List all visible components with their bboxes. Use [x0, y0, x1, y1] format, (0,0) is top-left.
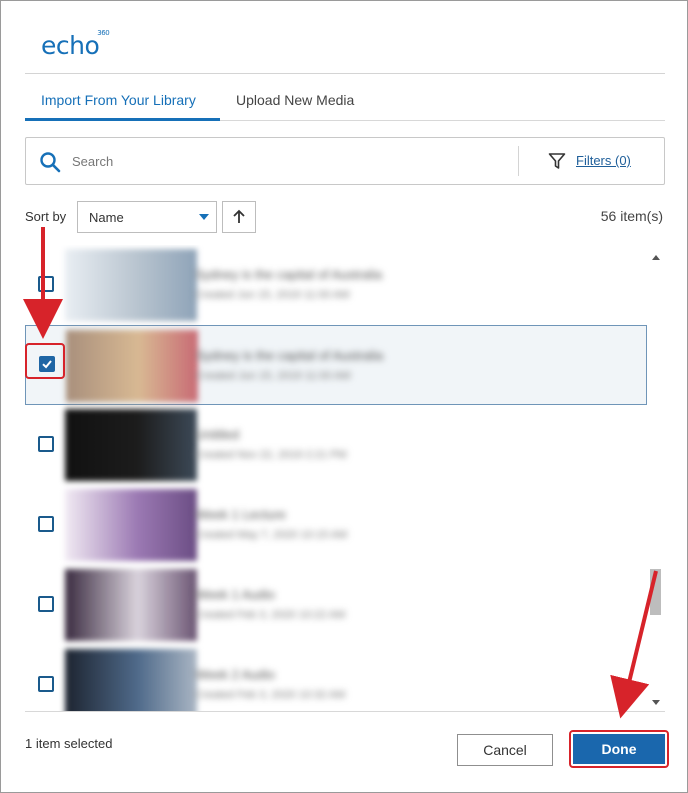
media-title: Week 2 Audio: [195, 667, 275, 682]
scroll-thumb[interactable]: [650, 569, 661, 615]
media-date: Created Feb 3, 2020 10:32 AM: [195, 689, 346, 701]
echo360-logo: echo360: [41, 28, 110, 60]
list-item[interactable]: Untitled Created Nov 22, 2019 2:21 PM: [25, 405, 647, 485]
header-divider: [25, 73, 665, 74]
scroll-down-arrow-icon[interactable]: [652, 700, 660, 705]
media-list: Sydney is the capital of Australia Create…: [25, 245, 665, 711]
caret-down-icon: [199, 214, 209, 220]
media-thumbnail: [65, 249, 197, 321]
selected-count: 1 item selected: [25, 736, 113, 751]
media-date: Created Feb 3, 2020 10:22 AM: [195, 609, 346, 621]
search-input[interactable]: [72, 148, 502, 174]
media-date: Created Jun 15, 2019 11:00 AM: [195, 289, 350, 301]
item-count: 56 item(s): [600, 208, 663, 224]
item-checkbox[interactable]: [38, 676, 54, 692]
item-checkbox[interactable]: [38, 276, 54, 292]
list-item[interactable]: Sydney is the capital of Australia Create…: [25, 245, 647, 325]
media-title: Sydney is the capital of Australia: [196, 348, 384, 363]
media-date: Created Jun 15, 2019 11:00 AM: [196, 370, 351, 382]
list-item[interactable]: Week 1 Audio Created Feb 3, 2020 10:22 AM: [25, 565, 647, 645]
item-checkbox[interactable]: [38, 436, 54, 452]
media-thumbnail: [65, 649, 197, 711]
tab-upload-new-media[interactable]: Upload New Media: [220, 81, 370, 121]
tab-import-from-library[interactable]: Import From Your Library: [25, 81, 220, 121]
media-thumbnail: [65, 409, 197, 481]
search-icon[interactable]: [39, 151, 61, 173]
tab-bar: Import From Your Library Upload New Medi…: [25, 81, 665, 121]
import-media-dialog: echo360 Import From Your Library Upload …: [0, 0, 688, 793]
list-item[interactable]: Week 2 Audio Created Feb 3, 2020 10:32 AM: [25, 645, 647, 711]
sort-select[interactable]: Name: [77, 201, 217, 233]
filters-link[interactable]: Filters (0): [576, 153, 631, 168]
arrow-up-icon: [233, 209, 245, 223]
item-checkbox[interactable]: [38, 516, 54, 532]
item-checkbox[interactable]: [38, 596, 54, 612]
media-thumbnail: [65, 489, 197, 561]
search-divider: [518, 146, 519, 176]
media-title: Week 1 Audio: [195, 587, 275, 602]
done-button[interactable]: Done: [573, 734, 665, 764]
media-date: Created May 7, 2020 10:15 AM: [195, 529, 348, 541]
sort-direction-button[interactable]: [222, 201, 256, 233]
item-checkbox[interactable]: [39, 356, 55, 372]
media-title: Untitled: [195, 427, 240, 442]
media-thumbnail: [65, 569, 197, 641]
filter-icon[interactable]: [548, 152, 566, 170]
media-title: Sydney is the capital of Australia: [195, 267, 383, 282]
list-item[interactable]: Week 1 Lecture Created May 7, 2020 10:15 …: [25, 485, 647, 565]
media-title: Week 1 Lecture: [195, 507, 286, 522]
search-bar: Filters (0): [25, 137, 665, 185]
sort-by-label: Sort by: [25, 209, 67, 224]
media-date: Created Nov 22, 2019 2:21 PM: [195, 449, 347, 461]
footer-divider: [25, 711, 665, 712]
media-thumbnail: [66, 330, 198, 402]
sort-selected-value: Name: [89, 210, 124, 225]
done-button-highlight: Done: [569, 730, 669, 768]
scroll-up-arrow-icon[interactable]: [652, 255, 660, 260]
cancel-button[interactable]: Cancel: [457, 734, 553, 766]
checkmark-icon: [42, 360, 52, 369]
list-item[interactable]: Sydney is the capital of Australia Create…: [25, 325, 647, 405]
list-scrollbar[interactable]: [649, 249, 663, 709]
